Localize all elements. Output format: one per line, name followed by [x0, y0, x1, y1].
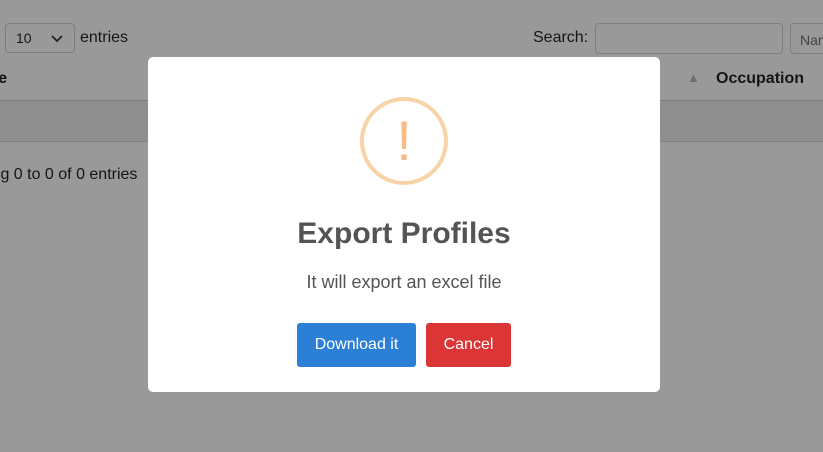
export-dialog: ! Export Profiles It will export an exce… [148, 57, 660, 392]
exclamation-icon: ! [360, 97, 448, 185]
exclamation-glyph: ! [396, 109, 412, 172]
cancel-button[interactable]: Cancel [426, 323, 511, 367]
dialog-text: It will export an excel file [306, 272, 502, 292]
download-button[interactable]: Download it [297, 323, 416, 367]
dialog-title: Export Profiles [297, 217, 511, 250]
